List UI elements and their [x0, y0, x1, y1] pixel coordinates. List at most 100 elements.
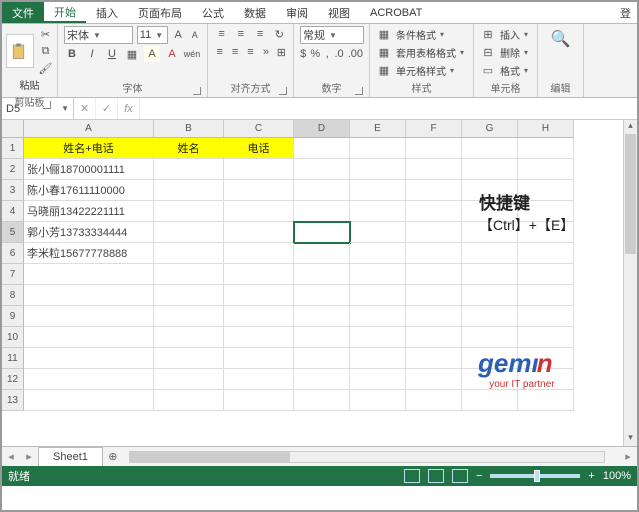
- cell[interactable]: [518, 159, 574, 180]
- cell[interactable]: [406, 243, 462, 264]
- dialog-launcher-icon[interactable]: [193, 87, 201, 95]
- inc-decimal-icon[interactable]: .0: [335, 46, 344, 62]
- col-header-C[interactable]: C: [224, 120, 294, 138]
- tab-insert[interactable]: 插入: [86, 2, 128, 23]
- tab-view[interactable]: 视图: [318, 2, 360, 23]
- cell[interactable]: [350, 285, 406, 306]
- dialog-launcher-icon[interactable]: [355, 87, 363, 95]
- col-header-H[interactable]: H: [518, 120, 574, 138]
- vertical-scrollbar[interactable]: ▴ ▾: [623, 120, 637, 446]
- cell[interactable]: [294, 243, 350, 264]
- cell[interactable]: [224, 285, 294, 306]
- cell[interactable]: [224, 222, 294, 243]
- cell[interactable]: [224, 390, 294, 411]
- enter-formula-icon[interactable]: ✓: [96, 98, 118, 119]
- row-header[interactable]: 1: [2, 138, 24, 159]
- cell[interactable]: [406, 306, 462, 327]
- cell[interactable]: 郭小芳13733334444: [24, 222, 154, 243]
- cell[interactable]: [462, 264, 518, 285]
- tab-formulas[interactable]: 公式: [192, 2, 234, 23]
- align-left-icon[interactable]: ≡: [214, 44, 225, 60]
- hscroll-right-icon[interactable]: ▸: [619, 450, 637, 463]
- font-size-combo[interactable]: 11▼: [137, 26, 168, 44]
- cell[interactable]: [154, 180, 224, 201]
- paste-button[interactable]: [6, 34, 34, 68]
- cell[interactable]: [518, 201, 574, 222]
- row-header[interactable]: 13: [2, 390, 24, 411]
- align-right-icon[interactable]: ≡: [245, 44, 256, 60]
- cell[interactable]: [350, 264, 406, 285]
- cell[interactable]: [518, 369, 574, 390]
- cell[interactable]: 姓名+电话: [24, 138, 154, 159]
- cancel-formula-icon[interactable]: ✕: [74, 98, 96, 119]
- align-mid-icon[interactable]: ≡: [233, 26, 248, 42]
- col-header-B[interactable]: B: [154, 120, 224, 138]
- view-normal-icon[interactable]: [404, 469, 420, 483]
- cell[interactable]: 电话: [224, 138, 294, 159]
- cell[interactable]: [518, 390, 574, 411]
- cell[interactable]: [518, 348, 574, 369]
- cell[interactable]: [154, 327, 224, 348]
- tab-layout[interactable]: 页面布局: [128, 2, 192, 23]
- cell[interactable]: [518, 138, 574, 159]
- cell[interactable]: [154, 243, 224, 264]
- cell[interactable]: [406, 201, 462, 222]
- row-header[interactable]: 10: [2, 327, 24, 348]
- underline-button[interactable]: U: [104, 46, 120, 62]
- cell[interactable]: [462, 201, 518, 222]
- cell[interactable]: [350, 201, 406, 222]
- cell[interactable]: [406, 390, 462, 411]
- cell[interactable]: [294, 264, 350, 285]
- cell[interactable]: [406, 138, 462, 159]
- cell[interactable]: 陈小春17611110000: [24, 180, 154, 201]
- cell[interactable]: [154, 264, 224, 285]
- cell[interactable]: [350, 306, 406, 327]
- cell[interactable]: 马晓丽13422221111: [24, 201, 154, 222]
- font-name-combo[interactable]: 宋体▼: [64, 26, 133, 44]
- italic-button[interactable]: I: [84, 46, 100, 62]
- cell[interactable]: [462, 369, 518, 390]
- border-button[interactable]: ▦: [124, 46, 140, 62]
- row-header[interactable]: 5: [2, 222, 24, 243]
- tab-review[interactable]: 审阅: [276, 2, 318, 23]
- phonetic-button[interactable]: wén: [184, 46, 200, 62]
- col-header-F[interactable]: F: [406, 120, 462, 138]
- cell[interactable]: [154, 201, 224, 222]
- cell[interactable]: [24, 369, 154, 390]
- cell[interactable]: [406, 327, 462, 348]
- cell[interactable]: [518, 180, 574, 201]
- table-format-button[interactable]: ▦套用表格格式▾: [376, 44, 467, 60]
- cell[interactable]: [350, 390, 406, 411]
- percent-icon[interactable]: %: [310, 46, 320, 62]
- cell[interactable]: [24, 306, 154, 327]
- cell[interactable]: [154, 159, 224, 180]
- cell[interactable]: [406, 180, 462, 201]
- format-cells-button[interactable]: ▭格式▾: [480, 62, 531, 78]
- cell[interactable]: [154, 285, 224, 306]
- cell[interactable]: [224, 369, 294, 390]
- format-painter-icon[interactable]: 🖌: [38, 60, 54, 76]
- cell[interactable]: [350, 159, 406, 180]
- tab-file[interactable]: 文件: [2, 2, 44, 23]
- bold-button[interactable]: B: [64, 46, 80, 62]
- cell[interactable]: [294, 138, 350, 159]
- cell[interactable]: [462, 285, 518, 306]
- cell-style-button[interactable]: ▦单元格样式▾: [376, 62, 467, 78]
- cell[interactable]: [350, 222, 406, 243]
- align-center-icon[interactable]: ≡: [229, 44, 240, 60]
- zoom-in-icon[interactable]: +: [588, 470, 594, 482]
- cell[interactable]: [518, 243, 574, 264]
- cut-icon[interactable]: ✂: [38, 26, 54, 42]
- cell[interactable]: [350, 243, 406, 264]
- scroll-up-icon[interactable]: ▴: [624, 120, 637, 134]
- cell[interactable]: [24, 390, 154, 411]
- row-header[interactable]: 6: [2, 243, 24, 264]
- cell[interactable]: [154, 348, 224, 369]
- cell[interactable]: [294, 222, 350, 243]
- cell[interactable]: [24, 348, 154, 369]
- align-bot-icon[interactable]: ≡: [253, 26, 268, 42]
- cell[interactable]: [406, 369, 462, 390]
- number-format-combo[interactable]: 常规▼: [300, 26, 364, 44]
- cell[interactable]: [462, 222, 518, 243]
- cell[interactable]: [294, 390, 350, 411]
